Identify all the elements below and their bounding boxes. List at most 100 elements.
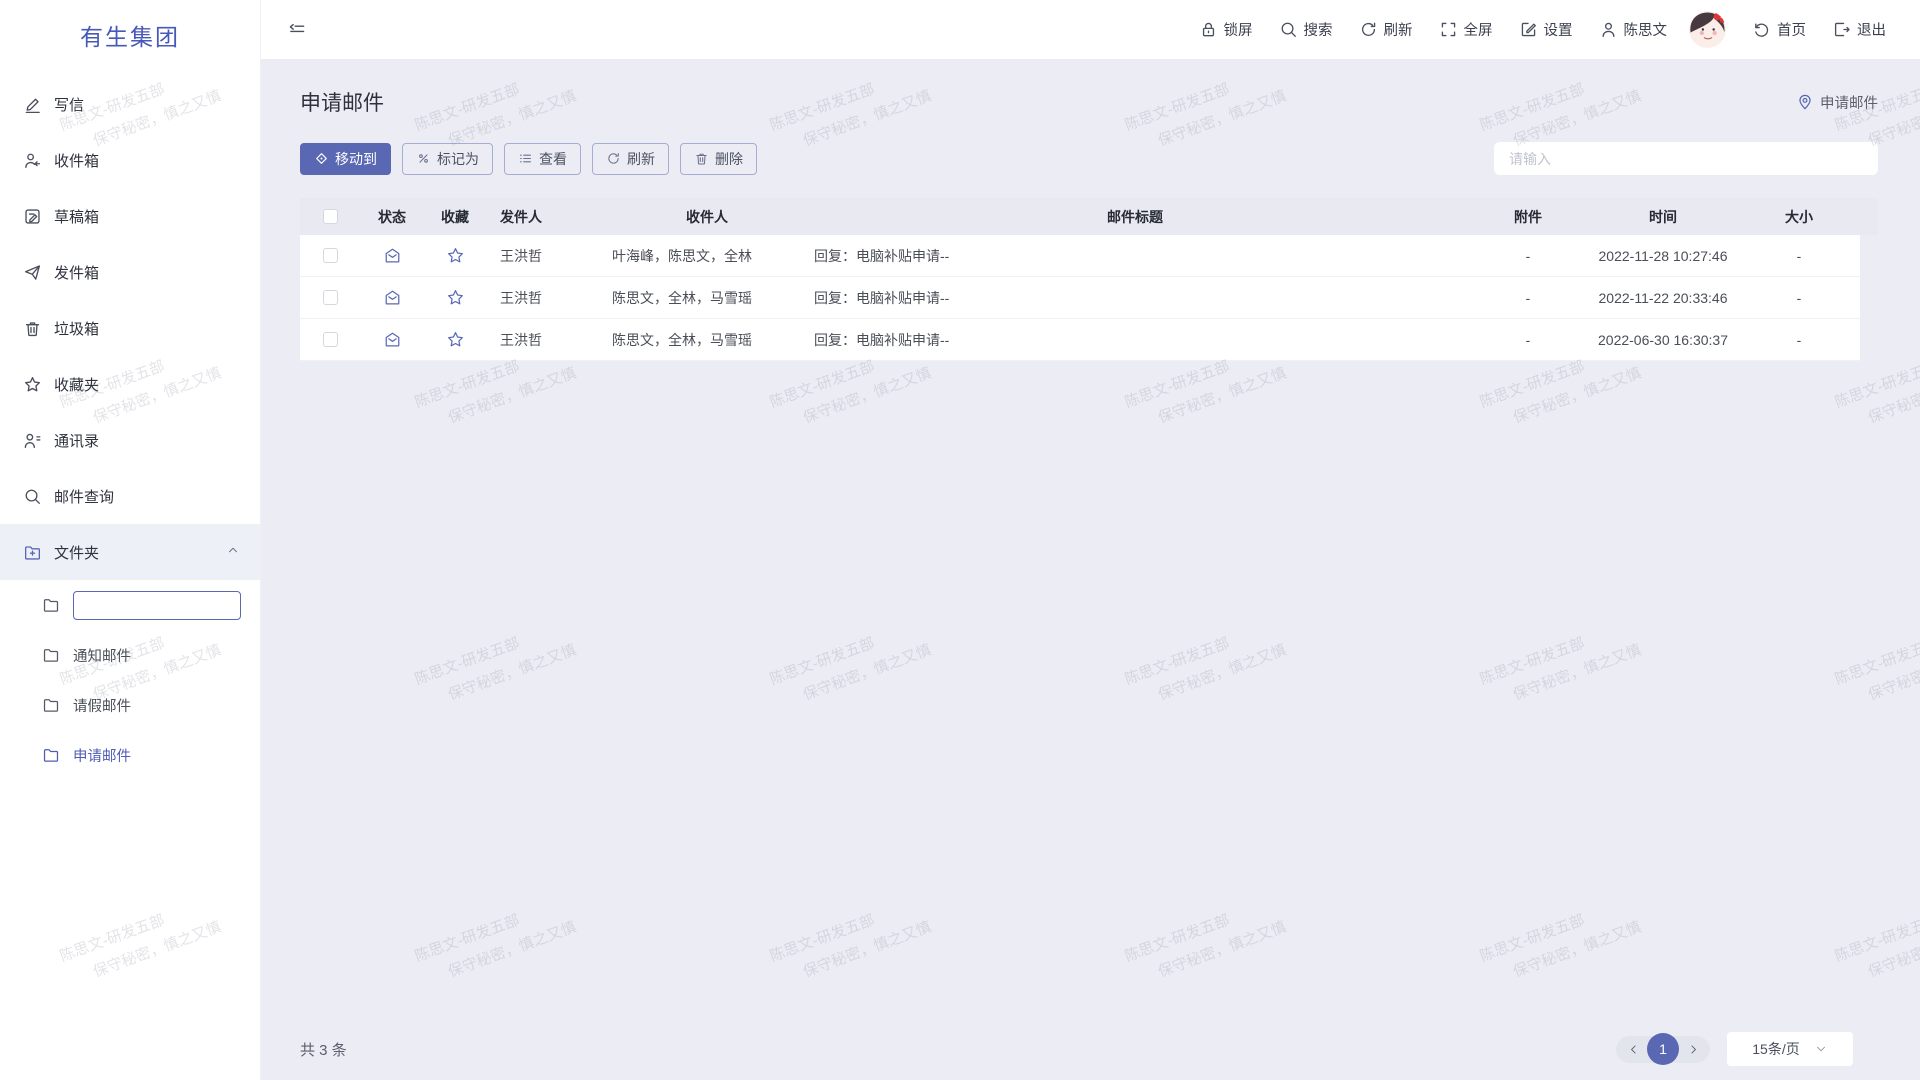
topbar: 锁屏 搜索 刷新 全屏 设置 陈思文 首页 (261, 0, 1920, 59)
delete-label: 删除 (715, 149, 743, 169)
table-row[interactable]: 王洪哲 陈思文，全林，马雪瑶 回复：电脑补贴申请-- - 2022-06-30 … (300, 319, 1860, 361)
folder-icon (42, 696, 60, 714)
star-icon[interactable] (446, 330, 465, 349)
column-header-recipients: 收件人 (612, 207, 802, 227)
refresh-list-button[interactable]: 刷新 (592, 143, 669, 175)
breadcrumb[interactable]: 申请邮件 (1796, 92, 1878, 113)
move-to-button[interactable]: 移动到 (300, 143, 391, 175)
logout-button[interactable]: 退出 (1832, 19, 1886, 40)
table-row[interactable]: 王洪哲 陈思文，全林，马雪瑶 回复：电脑补贴申请-- - 2022-11-22 … (300, 277, 1860, 319)
sidebar-item-label: 垃圾箱 (54, 318, 99, 339)
column-header-status: 状态 (360, 207, 424, 227)
avatar[interactable] (1689, 11, 1726, 48)
pencil-icon (23, 95, 42, 114)
star-icon (23, 375, 42, 394)
search-icon (23, 487, 42, 506)
breadcrumb-label: 申请邮件 (1820, 92, 1878, 113)
lock-icon (1199, 20, 1218, 39)
subject-cell: 回复：电脑补贴申请-- (802, 246, 1468, 266)
sidebar-item-sent[interactable]: 发件箱 (0, 244, 260, 300)
folder-label: 请假邮件 (73, 695, 131, 716)
sidebar-item-compose[interactable]: 写信 (0, 76, 260, 132)
list-icon (518, 151, 533, 166)
sidebar-item-favorites[interactable]: 收藏夹 (0, 356, 260, 412)
folder-label: 通知邮件 (73, 645, 131, 666)
sidebar-menu: 写信 收件箱 草稿箱 发件箱 垃圾箱 收藏夹 通讯录 邮件查询 (0, 76, 260, 780)
current-user-button[interactable]: 陈思文 (1599, 19, 1668, 40)
sidebar-item-drafts[interactable]: 草稿箱 (0, 188, 260, 244)
sidebar-item-label: 邮件查询 (54, 486, 114, 507)
settings-button[interactable]: 设置 (1519, 19, 1573, 40)
chevron-up-icon[interactable] (226, 543, 240, 561)
mail-search-input[interactable] (1494, 142, 1878, 175)
pagination: 1 (1616, 1036, 1710, 1063)
lock-screen-label: 锁屏 (1224, 19, 1253, 40)
sender-cell: 王洪哲 (486, 288, 612, 308)
search-button[interactable]: 搜索 (1279, 19, 1333, 40)
mail-open-icon (383, 288, 402, 307)
column-header-subject: 邮件标题 (802, 207, 1468, 227)
trash-icon (694, 151, 709, 166)
sidebar-item-trash[interactable]: 垃圾箱 (0, 300, 260, 356)
total-count: 共 3 条 (300, 1039, 347, 1060)
sidebar-item-contacts[interactable]: 通讯录 (0, 412, 260, 468)
table-row[interactable]: 王洪哲 叶海峰，陈思文，全林 回复：电脑补贴申请-- - 2022-11-28 … (300, 235, 1860, 277)
sidebar-folder-application[interactable]: 申请邮件 (0, 730, 260, 780)
inbox-person-icon (23, 151, 42, 170)
undo-icon (1752, 20, 1771, 39)
mail-table: 状态 收藏 发件人 收件人 邮件标题 附件 时间 大小 王洪哲 叶海峰，陈思文，… (300, 198, 1878, 361)
prev-page-button[interactable] (1622, 1036, 1644, 1063)
trash-icon (23, 319, 42, 338)
sidebar-item-inbox[interactable]: 收件箱 (0, 132, 260, 188)
mail-open-icon (383, 246, 402, 265)
delete-button[interactable]: 删除 (680, 143, 757, 175)
row-checkbox[interactable] (323, 290, 338, 305)
refresh-button[interactable]: 刷新 (1359, 19, 1413, 40)
view-label: 查看 (539, 149, 567, 169)
select-all-checkbox[interactable] (323, 209, 338, 224)
sidebar: 有生集团 写信 收件箱 草稿箱 发件箱 垃圾箱 收藏夹 通讯录 (0, 0, 261, 1080)
sidebar-item-label: 草稿箱 (54, 206, 99, 227)
refresh-list-label: 刷新 (627, 149, 655, 169)
sidebar-folder-notice[interactable]: 通知邮件 (0, 630, 260, 680)
folder-icon (42, 746, 60, 764)
contacts-icon (23, 431, 42, 450)
sidebar-item-label: 写信 (54, 94, 84, 115)
refresh-label: 刷新 (1384, 19, 1413, 40)
row-checkbox[interactable] (323, 248, 338, 263)
refresh-icon (1359, 20, 1378, 39)
home-label: 首页 (1777, 19, 1806, 40)
mark-as-button[interactable]: 标记为 (402, 143, 493, 175)
sidebar-item-label: 通讯录 (54, 430, 99, 451)
row-checkbox[interactable] (323, 332, 338, 347)
sidebar-item-label: 文件夹 (54, 542, 99, 563)
page-size-select[interactable]: 15条/页 (1727, 1032, 1853, 1066)
fullscreen-icon (1439, 20, 1458, 39)
sidebar-folder-leave[interactable]: 请假邮件 (0, 680, 260, 730)
fullscreen-button[interactable]: 全屏 (1439, 19, 1493, 40)
chevron-down-icon (1814, 1042, 1828, 1056)
search-icon (1279, 20, 1298, 39)
page-size-value: 15条/页 (1752, 1039, 1799, 1059)
table-body: 王洪哲 叶海峰，陈思文，全林 回复：电脑补贴申请-- - 2022-11-28 … (300, 235, 1878, 361)
folder-plus-icon (23, 543, 42, 562)
home-button[interactable]: 首页 (1752, 19, 1806, 40)
star-icon[interactable] (446, 288, 465, 307)
next-page-button[interactable] (1682, 1036, 1704, 1063)
sidebar-item-label: 收件箱 (54, 150, 99, 171)
column-header-attachment: 附件 (1468, 207, 1588, 227)
view-button[interactable]: 查看 (504, 143, 581, 175)
star-icon[interactable] (446, 246, 465, 265)
current-page-button[interactable]: 1 (1647, 1033, 1679, 1065)
subject-cell: 回复：电脑补贴申请-- (802, 288, 1468, 308)
new-folder-name-input[interactable] (73, 591, 241, 620)
time-cell: 2022-06-30 16:30:37 (1588, 332, 1738, 348)
edit-square-icon (1519, 20, 1538, 39)
current-user-label: 陈思文 (1624, 19, 1668, 40)
recipients-cell: 陈思文，全林，马雪瑶 (612, 330, 802, 350)
sidebar-item-mail-query[interactable]: 邮件查询 (0, 468, 260, 524)
sidebar-item-folders[interactable]: 文件夹 (0, 524, 260, 580)
folder-icon (42, 596, 60, 614)
lock-screen-button[interactable]: 锁屏 (1199, 19, 1253, 40)
collapse-sidebar-icon[interactable] (287, 20, 307, 40)
